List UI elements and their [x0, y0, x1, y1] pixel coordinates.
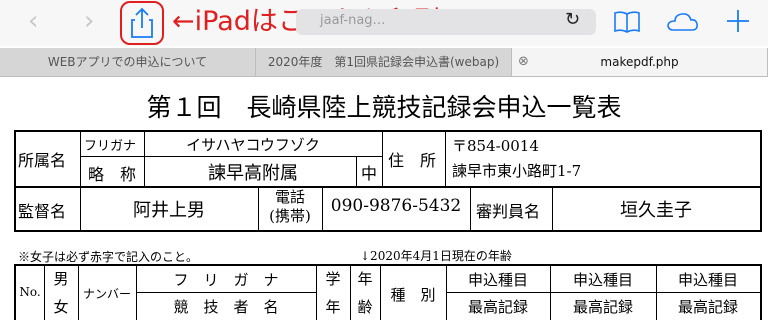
table-border [760, 130, 762, 232]
table-grid [80, 156, 382, 157]
table-grid [470, 186, 471, 232]
table-grid [136, 292, 316, 293]
close-tab-icon[interactable]: ⊗ [518, 54, 529, 69]
postal-code: 〒854-0014 [452, 137, 539, 155]
table-grid [382, 130, 383, 186]
table-border [14, 264, 762, 266]
header-record-3: 最高記録 [677, 298, 738, 316]
header-furigana: フ リ ガ ナ [173, 271, 279, 289]
plus-icon[interactable] [724, 7, 752, 39]
address-label: 住 所 [388, 151, 437, 170]
furigana-label: フリガナ [84, 139, 137, 154]
header-category: 種 別 [390, 286, 436, 304]
book-icon[interactable] [612, 9, 642, 39]
referee-label: 審判員名 [476, 202, 541, 221]
table-border [760, 264, 762, 320]
share-icon [131, 7, 153, 38]
phone-label-line1: 電話 [274, 188, 305, 206]
table-border [14, 230, 762, 232]
tab-label: makepdf.php [600, 55, 679, 69]
address-value: 諫早市東小路町1-7 [452, 162, 582, 180]
header-record-1: 最高記録 [467, 298, 528, 316]
supervisor-label: 監督名 [18, 202, 67, 221]
page-title: 第１回 長崎県陸上競技記録会申込一覧表 [146, 93, 622, 122]
note-age-date: ↓2020年4月1日現在の年齢 [360, 249, 512, 263]
header-no: No. [19, 285, 41, 299]
abbrev-label: 略 称 [88, 165, 137, 184]
header-event-1: 申込種目 [467, 271, 528, 289]
table-grid [445, 130, 446, 186]
note-female-red: ※女子は必ず赤字で記入のこと。 [18, 250, 199, 264]
table-grid [144, 130, 145, 186]
supervisor-value: 阿井上男 [133, 200, 205, 221]
header-grade-2: 年 [325, 298, 341, 316]
referee-value: 垣久圭子 [620, 200, 692, 221]
table-border [14, 130, 762, 132]
affiliation-label: 所属名 [18, 151, 67, 170]
tab-web-app[interactable]: WEBアプリでの申込について [0, 48, 256, 76]
reload-icon[interactable]: ↻ [565, 9, 580, 30]
header-age-2: 齢 [357, 298, 373, 316]
abbrev-value: 諫早高附属 [208, 163, 298, 184]
phone-label: 電話 (携帯) [258, 188, 322, 226]
table-border [14, 130, 16, 232]
header-grade-1: 学 [325, 270, 341, 288]
header-male: 男 [53, 270, 69, 288]
header-event-3: 申込種目 [677, 271, 738, 289]
header-number: ナンバー [82, 287, 131, 301]
tab-application-form[interactable]: 2020年度 第1回県記録会申込書(webap) [256, 48, 512, 76]
chevron-left-icon[interactable]: ‹ [28, 6, 38, 36]
tab-makepdf[interactable]: makepdf.php [512, 48, 768, 76]
table-border [14, 186, 762, 188]
school-level: 中 [360, 164, 377, 183]
header-age-1: 年 [357, 270, 373, 288]
furigana-value: イサハヤコウフゾク [186, 136, 320, 154]
phone-value: 090-9876-5432 [330, 196, 462, 216]
url-text: jaaf-nag… [320, 13, 386, 28]
header-female: 女 [53, 298, 69, 316]
phone-label-line2: (携帯) [269, 207, 311, 225]
chevron-right-icon[interactable]: › [84, 6, 94, 36]
header-record-2: 最高記録 [572, 298, 633, 316]
header-event-2: 申込種目 [572, 271, 633, 289]
header-athlete-name: 競 技 者 名 [173, 298, 279, 316]
share-button[interactable] [120, 1, 164, 45]
cloud-icon[interactable] [664, 9, 700, 39]
table-grid [446, 292, 760, 293]
